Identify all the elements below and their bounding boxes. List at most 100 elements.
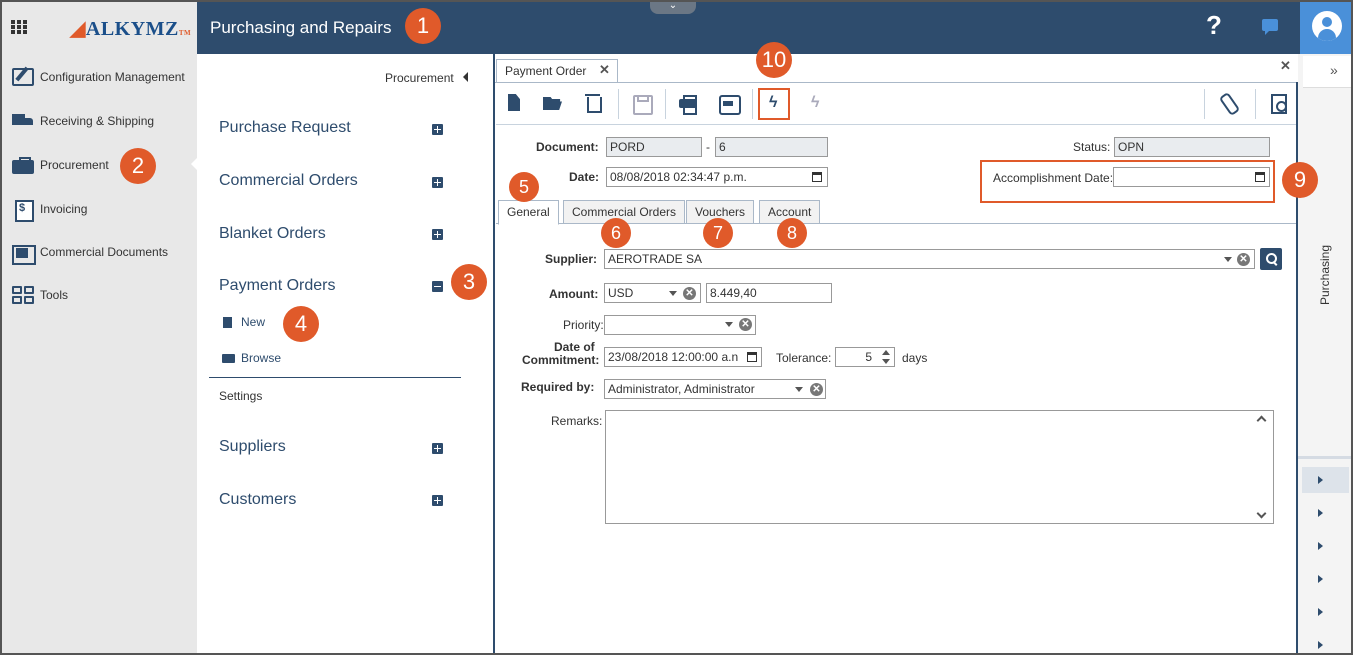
calendar-icon[interactable] <box>1255 172 1265 182</box>
priority-combobox[interactable] <box>604 315 756 335</box>
caret-right-icon[interactable] <box>1318 542 1323 550</box>
payment-order-browse-link[interactable]: Browse <box>241 351 281 365</box>
callout-badge: 1 <box>405 8 441 44</box>
section-purchase-request[interactable]: Purchase Request <box>219 119 351 137</box>
clear-icon[interactable]: ✕ <box>683 287 696 300</box>
section-commercial-orders[interactable]: Commercial Orders <box>219 172 358 190</box>
user-avatar-button[interactable] <box>1300 0 1353 54</box>
save-disk-icon[interactable] <box>631 93 653 115</box>
caret-right-icon[interactable] <box>1318 608 1323 616</box>
print-preview-icon[interactable] <box>718 93 741 115</box>
chat-icon[interactable] <box>1262 19 1278 35</box>
nav-item-tools[interactable]: Tools <box>0 279 197 311</box>
expand-plus-icon[interactable] <box>432 177 443 188</box>
nav-item-label: Configuration Management <box>40 70 185 84</box>
nav-item-procurement[interactable]: Procurement <box>0 149 197 181</box>
amount-field[interactable]: 8.449,40 <box>706 283 832 303</box>
dropdown-arrow-icon[interactable] <box>1224 257 1232 262</box>
stepper-arrows-icon[interactable] <box>882 350 890 364</box>
clear-icon[interactable]: ✕ <box>810 383 823 396</box>
new-document-icon[interactable] <box>504 93 524 113</box>
callout-badge: 10 <box>756 42 792 78</box>
remarks-textarea[interactable] <box>605 410 1274 524</box>
toolbar-separator <box>1255 89 1256 119</box>
expand-plus-icon[interactable] <box>432 229 443 240</box>
panel-divider <box>493 54 495 655</box>
panel-header: Procurement <box>385 71 454 85</box>
clear-icon[interactable]: ✕ <box>1237 253 1250 266</box>
scroll-down-icon[interactable] <box>1256 508 1267 519</box>
logo-area: ◢ALKYMZTM <box>0 0 197 54</box>
divider <box>209 377 461 378</box>
truck-icon <box>12 112 34 130</box>
print-icon[interactable] <box>678 93 698 115</box>
caret-right-icon[interactable] <box>1318 476 1323 484</box>
config-icon <box>12 68 34 86</box>
settings-link[interactable]: Settings <box>219 389 262 403</box>
delete-trash-icon[interactable] <box>583 93 603 113</box>
calendar-icon[interactable] <box>747 352 757 362</box>
document-number-field[interactable]: 6 <box>715 137 828 157</box>
commitment-date-field[interactable]: 23/08/2018 12:00:00 a.n <box>604 347 762 367</box>
document-prefix-field[interactable]: PORD <box>606 137 702 157</box>
lightning-outline-icon: ϟ <box>811 94 820 111</box>
nav-item-label: Procurement <box>40 158 109 172</box>
collapse-left-icon[interactable] <box>463 72 468 82</box>
nav-item-invoicing[interactable]: Invoicing <box>0 193 197 225</box>
execute-action-disabled-button[interactable]: ϟ <box>808 93 828 113</box>
scroll-up-icon[interactable] <box>1256 415 1267 426</box>
nav-item-configuration-management[interactable]: Configuration Management <box>0 61 197 93</box>
caret-right-icon[interactable] <box>1318 641 1323 649</box>
expand-plus-icon[interactable] <box>432 124 443 135</box>
tab-general[interactable]: General <box>498 200 559 225</box>
top-collapse-handle[interactable]: ⌄ <box>650 0 696 14</box>
toolbar-separator <box>618 89 619 119</box>
caret-right-icon[interactable] <box>1318 509 1323 517</box>
dropdown-arrow-icon[interactable] <box>669 291 677 296</box>
user-avatar-icon <box>1312 11 1342 41</box>
section-customers[interactable]: Customers <box>219 491 296 509</box>
nav-item-receiving-shipping[interactable]: Receiving & Shipping <box>0 105 197 137</box>
date-field[interactable]: 08/08/2018 02:34:47 p.m. <box>606 167 828 187</box>
status-field[interactable]: OPN <box>1114 137 1270 157</box>
help-icon[interactable]: ? <box>1206 10 1222 41</box>
date-label: Date: <box>569 170 600 184</box>
top-bar: ◢ALKYMZTM Purchasing and Repairs ⌄ ? <box>0 0 1353 54</box>
expand-plus-icon[interactable] <box>432 443 443 454</box>
close-document-icon[interactable]: ✕ <box>1280 58 1291 74</box>
apps-grid-icon[interactable] <box>11 20 27 34</box>
callout-badge: 2 <box>120 148 156 184</box>
callout-badge: 6 <box>601 218 631 248</box>
collapse-minus-icon[interactable] <box>432 281 443 292</box>
right-panel-row[interactable] <box>1302 467 1349 493</box>
purchasing-vertical-tab[interactable]: Purchasing <box>1318 245 1332 305</box>
attachment-paperclip-icon[interactable] <box>1219 93 1239 113</box>
right-panel-header <box>1303 56 1353 88</box>
payment-order-new-link[interactable]: New <box>241 315 265 329</box>
caret-right-icon[interactable] <box>1318 575 1323 583</box>
section-payment-orders[interactable]: Payment Orders <box>219 277 335 295</box>
expand-panel-icon[interactable]: » <box>1330 62 1338 78</box>
close-tab-icon[interactable]: ✕ <box>599 62 610 78</box>
dropdown-arrow-icon[interactable] <box>795 387 803 392</box>
required-by-combobox[interactable]: Administrator, Administrator <box>604 379 826 399</box>
supplier-search-button[interactable] <box>1260 248 1282 270</box>
expand-plus-icon[interactable] <box>432 495 443 506</box>
status-label: Status: <box>1073 140 1111 154</box>
execute-action-button[interactable]: ϟ <box>758 88 790 120</box>
document-label: Document: <box>536 140 599 154</box>
clear-icon[interactable]: ✕ <box>739 318 752 331</box>
dropdown-arrow-icon[interactable] <box>725 322 733 327</box>
document-search-icon[interactable] <box>1268 93 1288 114</box>
open-folder-icon[interactable] <box>543 93 563 113</box>
calendar-icon[interactable] <box>812 172 822 182</box>
section-suppliers[interactable]: Suppliers <box>219 438 286 456</box>
nav-item-label: Commercial Documents <box>40 245 169 259</box>
nav-item-label: Tools <box>40 288 69 302</box>
nav-item-commercial-documents[interactable]: Commercial Documents <box>0 236 197 268</box>
callout-badge: 5 <box>509 172 539 202</box>
section-blanket-orders[interactable]: Blanket Orders <box>219 225 326 243</box>
folder-icon <box>222 354 235 363</box>
accomplishment-date-field[interactable] <box>1113 167 1270 187</box>
supplier-combobox[interactable]: AEROTRADE SA <box>604 249 1255 269</box>
